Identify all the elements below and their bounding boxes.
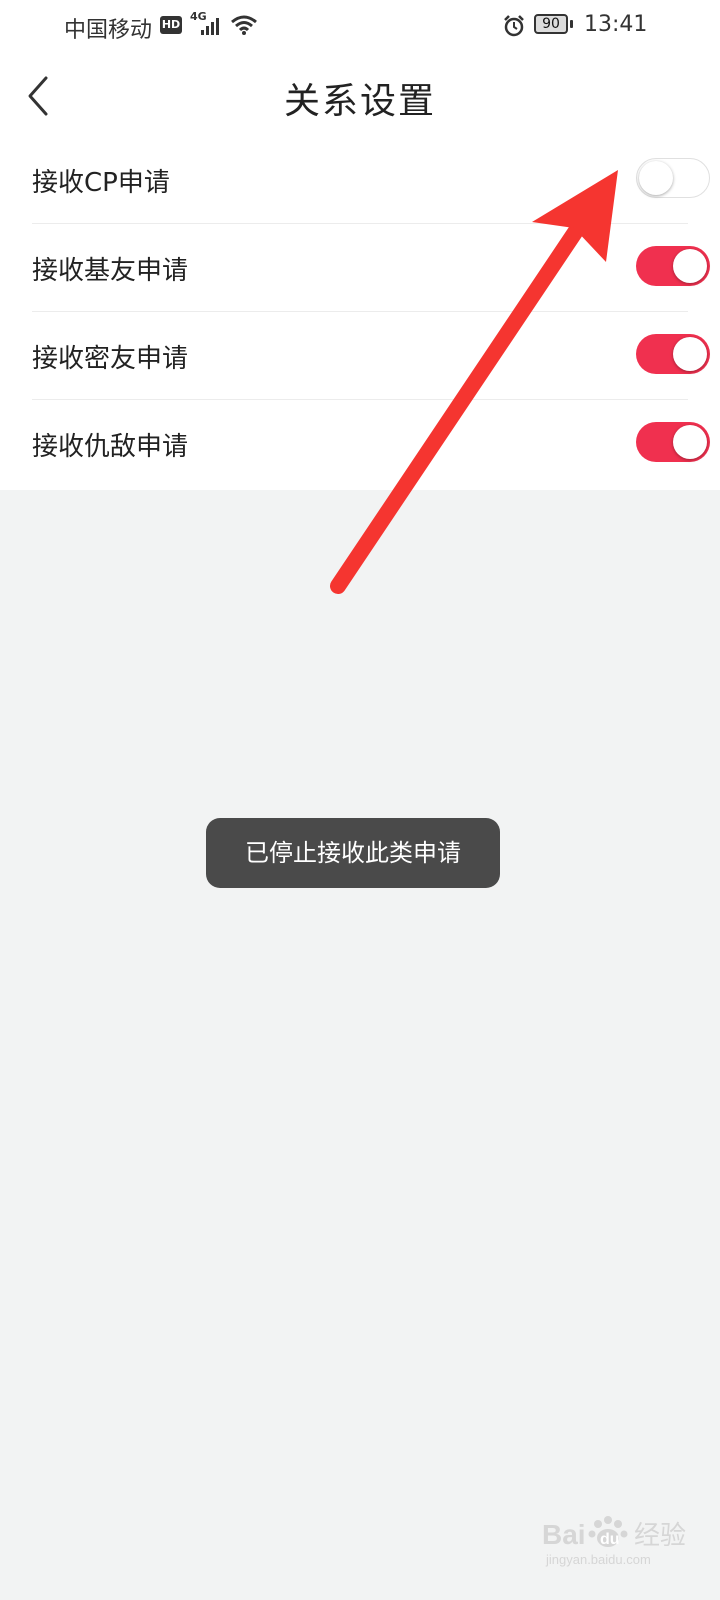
watermark-logo: Bai du 经验 jingyan.baidu.com [542, 1508, 702, 1568]
setting-label-choudi: 接收仇敌申请 [32, 432, 189, 462]
app-header: 关系设置 [0, 56, 720, 136]
setting-label-miyou: 接收密友申请 [32, 344, 189, 374]
toggle-knob [673, 249, 707, 283]
settings-list: 接收CP申请 接收基友申请 接收密友申请 接收仇敌申请 [0, 136, 720, 490]
setting-row-cp: 接收CP申请 [32, 136, 710, 224]
setting-label-jiyou: 接收基友申请 [32, 256, 189, 286]
battery-tip [570, 20, 573, 28]
signal-icon [200, 16, 222, 40]
page-title: 关系设置 [283, 81, 436, 122]
status-time: 13:41 [584, 12, 648, 37]
toast-message: 已停止接收此类申请 [206, 818, 500, 888]
alarm-icon [502, 14, 526, 42]
setting-label-cp: 接收CP申请 [32, 168, 170, 198]
svg-text:du: du [600, 1531, 620, 1548]
battery-indicator: 90 [534, 14, 568, 34]
toggle-knob [639, 161, 673, 195]
wifi-icon [230, 14, 258, 40]
toggle-knob [673, 425, 707, 459]
svg-text:jingyan.baidu.com: jingyan.baidu.com [545, 1552, 651, 1567]
toggle-miyou[interactable] [636, 334, 710, 374]
status-bar: 中国移动 HD 4G 90 13:41 [0, 0, 720, 56]
setting-row-miyou: 接收密友申请 [32, 312, 710, 400]
svg-text:经验: 经验 [634, 1521, 686, 1551]
hd-badge: HD [160, 16, 182, 34]
toggle-choudi[interactable] [636, 422, 710, 462]
toggle-cp[interactable] [636, 158, 710, 198]
carrier-name: 中国移动 [64, 18, 153, 43]
setting-row-jiyou: 接收基友申请 [32, 224, 710, 312]
toggle-knob [673, 337, 707, 371]
toggle-jiyou[interactable] [636, 246, 710, 286]
setting-row-choudi: 接收仇敌申请 [32, 400, 710, 488]
svg-text:Bai: Bai [542, 1519, 586, 1550]
